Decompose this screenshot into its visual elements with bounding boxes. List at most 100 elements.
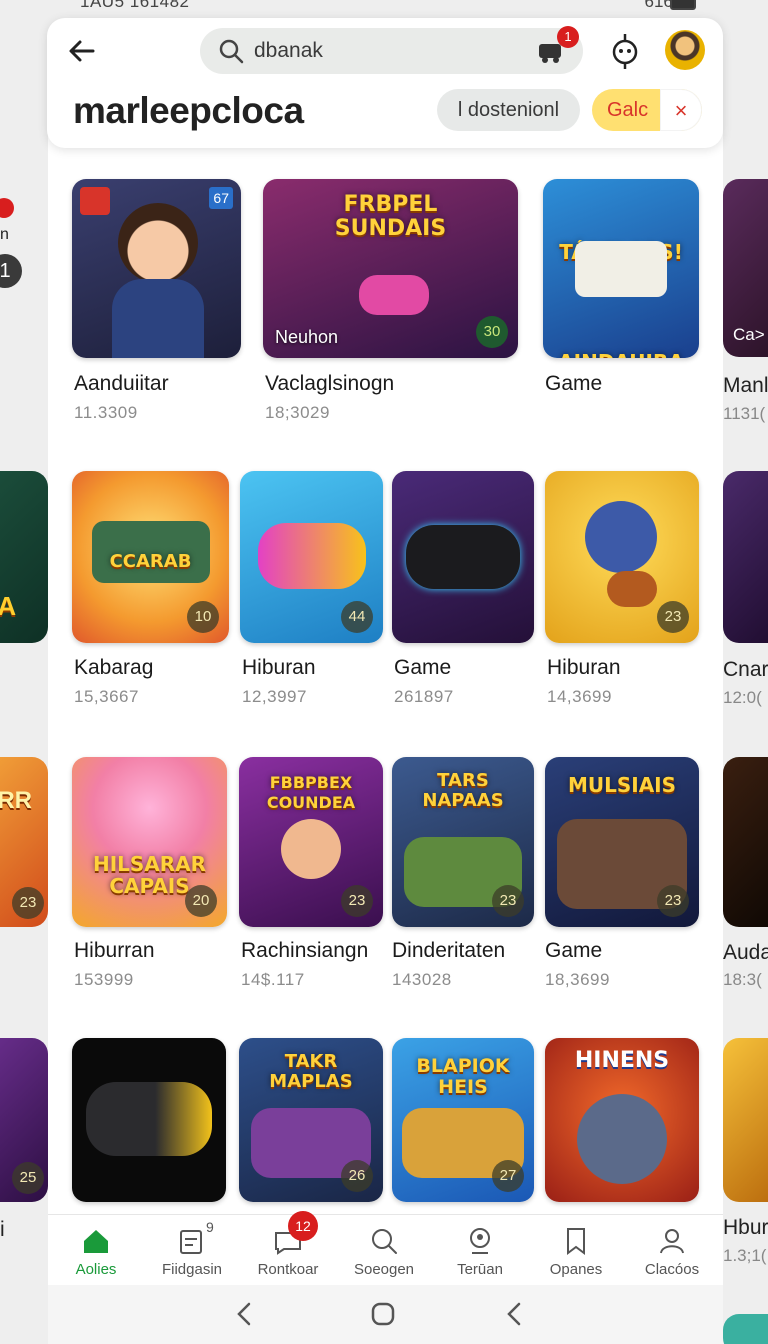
left-peek-column: n 1 EA ARR 23 25 i [0, 150, 48, 1344]
peek-right-tile-5[interactable] [723, 1314, 768, 1344]
nav-item-teruan[interactable]: Terūan [432, 1215, 528, 1285]
tile-badge: 27 [492, 1160, 524, 1192]
tile-badge: 20 [185, 885, 217, 917]
game-tile[interactable]: FRBPEL SUNDAIS Neuhon 30 [263, 179, 518, 358]
game-tile[interactable] [72, 1038, 226, 1202]
filter-chip-primary[interactable]: l dostenionl [437, 89, 580, 131]
tile-title: Hiburan [547, 656, 621, 679]
game-tile[interactable]: HILSARAR CAPAIS 20 [72, 757, 227, 927]
game-tile[interactable]: 23 [545, 471, 699, 643]
search-bar[interactable]: dbanak 1 [200, 26, 583, 74]
game-tile[interactable]: TÁBELARS! AINDAUIRA [543, 179, 699, 358]
tile-count: 143028 [392, 970, 452, 989]
game-tile[interactable]: 67 [72, 179, 241, 358]
nav-label: Fiidgasin [161, 1261, 223, 1278]
cart-badge: 1 [557, 26, 579, 48]
status-time: 1AU5 161482 [80, 0, 190, 11]
peek-right-tile-3[interactable] [723, 757, 768, 927]
tile-title: Game [545, 939, 603, 962]
tile-count: 261897 [394, 687, 454, 706]
status-bar: 1AU5 161482 616% [0, 0, 768, 16]
tile-art-title: TARS NAPAAS [422, 770, 504, 811]
tile-badge: 44 [341, 601, 373, 633]
game-tile[interactable]: TAKR MAPLAS 26 [239, 1038, 383, 1202]
close-icon[interactable]: × [660, 89, 702, 131]
recent-chevron-icon[interactable] [500, 1299, 530, 1329]
robot-icon[interactable] [609, 32, 641, 70]
peek-left-art-3: ARR [0, 787, 32, 814]
person-pin-icon [470, 1228, 490, 1254]
peek-left-badge-1 [0, 198, 14, 218]
nav-superscript: 9 [206, 1219, 214, 1235]
peek-left-tile-3[interactable]: ARR 23 [0, 757, 48, 927]
tile-badge: 23 [657, 885, 689, 917]
game-tile[interactable]: MULSIAIS 23 [545, 757, 699, 927]
nav-item-soeogen[interactable]: Soeogen [336, 1215, 432, 1285]
peek-right-tile-4[interactable] [723, 1038, 768, 1202]
raccoon-character-art [577, 1094, 667, 1184]
peek-right-tile-1[interactable]: Ca> [723, 179, 768, 357]
tile-badge: 23 [341, 885, 373, 917]
peek-left-tile-2[interactable]: EA [0, 471, 48, 643]
nav-item-fiidgasin[interactable]: 9 Fiidgasin [144, 1215, 240, 1285]
tile-art-title: CCARAB [109, 551, 192, 572]
calendar-icon [180, 1230, 202, 1254]
nav-label: Opanes [549, 1261, 603, 1278]
peek-left-badge-3: 23 [12, 887, 44, 919]
game-tile[interactable] [392, 471, 534, 643]
bottom-nav: Aolies 9 Fiidgasin 12 Rontkoar Soeogen T… [48, 1211, 723, 1285]
tile-count: 14$.117 [241, 970, 305, 989]
right-peek-column: Ca> Manl 1131( Cnar 12:0( Auda 18:3( Hbu… [723, 150, 768, 1344]
game-tile[interactable]: FBBPBEX COUNDEA 23 [239, 757, 383, 927]
nav-item-aolies[interactable]: Aolies [48, 1215, 144, 1285]
game-tile[interactable]: TARS NAPAAS 23 [392, 757, 534, 927]
nav-item-rontkoar[interactable]: 12 Rontkoar [240, 1211, 336, 1285]
tile-title: Game [394, 656, 452, 679]
overalls-art [112, 279, 204, 358]
peek-right-tile-2[interactable] [723, 471, 768, 643]
avatar[interactable] [665, 30, 705, 70]
boy-character-art [118, 203, 198, 283]
tile-art-title: FBBPBEX COUNDEA [266, 773, 356, 812]
nav-item-clacoos[interactable]: Clacóos [624, 1215, 720, 1285]
bear-character-art [585, 501, 657, 573]
game-tile[interactable]: CCARAB 10 [72, 471, 229, 643]
tile-title: Rachinsiangn [241, 939, 369, 962]
tile-title: Hiburan [242, 656, 316, 679]
guitar-art [607, 571, 657, 607]
nav-label: Soeogen [353, 1261, 415, 1278]
tile-caption: Neuhon [275, 327, 339, 347]
controller-art [86, 1082, 212, 1156]
home-icon [84, 1230, 108, 1253]
search-input[interactable]: dbanak [254, 39, 323, 63]
console-art [575, 241, 667, 297]
tile-art-title: MULSIAIS [567, 773, 677, 797]
tile-art-title: BLAPIOK HEIS [416, 1055, 510, 1098]
game-tile[interactable]: 44 [240, 471, 383, 643]
nav-item-opanes[interactable]: Opanes [528, 1215, 624, 1285]
back-chevron-icon[interactable] [230, 1299, 260, 1329]
peek-left-tile-4[interactable]: 25 [0, 1038, 48, 1202]
tile-title: Aanduiitar [74, 372, 169, 395]
tile-badge: 30 [476, 316, 508, 348]
tile-title: Kabarag [74, 656, 154, 679]
tile-art-title: HINENS [574, 1048, 670, 1073]
home-circle-icon[interactable] [368, 1299, 398, 1329]
game-tile[interactable]: BLAPIOK HEIS 27 [392, 1038, 534, 1202]
filter-chip-active[interactable]: Galc × [592, 89, 702, 131]
tile-art-title: TAKR MAPLAS [269, 1051, 353, 1092]
system-nav-bar [48, 1285, 723, 1344]
tile-art-title: FRBPEL SUNDAIS [334, 192, 447, 241]
tile-count: 153999 [74, 970, 134, 989]
tile-count: 12,3997 [242, 687, 307, 706]
battery-icon [670, 0, 696, 10]
game-tile[interactable]: HINENS [545, 1038, 699, 1202]
peek-right-count-3: 18:3( [723, 970, 762, 989]
tile-count: 18,3699 [545, 970, 610, 989]
back-arrow-icon[interactable] [65, 34, 99, 68]
header-card: dbanak 1 marleepcloca l dostenionl Galc … [47, 18, 723, 148]
controller-art [406, 525, 520, 589]
peek-left-count-value: 1 [0, 260, 11, 282]
peek-right-count-4: 1.3;1( [723, 1246, 767, 1265]
nav-label: Terūan [457, 1261, 503, 1278]
